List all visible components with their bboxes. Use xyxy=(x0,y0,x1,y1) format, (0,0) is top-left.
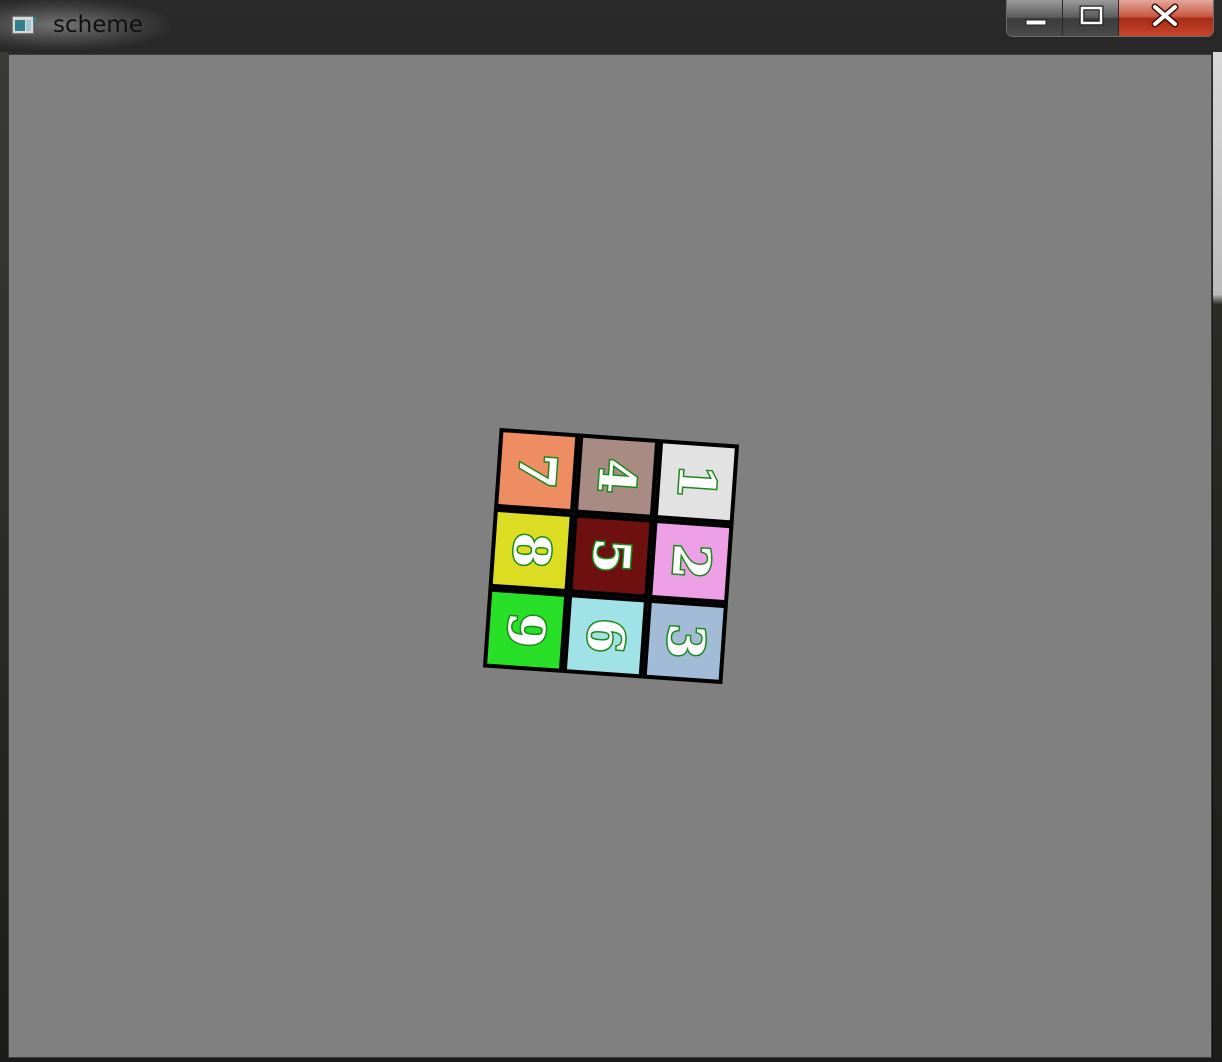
tile-label-2: 2 xyxy=(661,542,722,581)
tile-label-6: 6 xyxy=(575,616,636,655)
tile-label-4: 4 xyxy=(586,457,647,496)
tile-label-8: 8 xyxy=(501,531,562,570)
tile-label-1: 1 xyxy=(666,462,727,501)
puzzle-grid[interactable]: 7 4 1 8 5 2 9 6 3 xyxy=(482,427,740,685)
tile-label-3: 3 xyxy=(655,622,716,661)
tile-label-9: 9 xyxy=(495,611,556,650)
tile-label-7: 7 xyxy=(507,451,568,490)
tile-label-5: 5 xyxy=(581,537,642,576)
puzzle-layer: 7 4 1 8 5 2 9 6 3 xyxy=(482,427,740,685)
app-window: scheme 741852963 xyxy=(0,0,1222,1062)
